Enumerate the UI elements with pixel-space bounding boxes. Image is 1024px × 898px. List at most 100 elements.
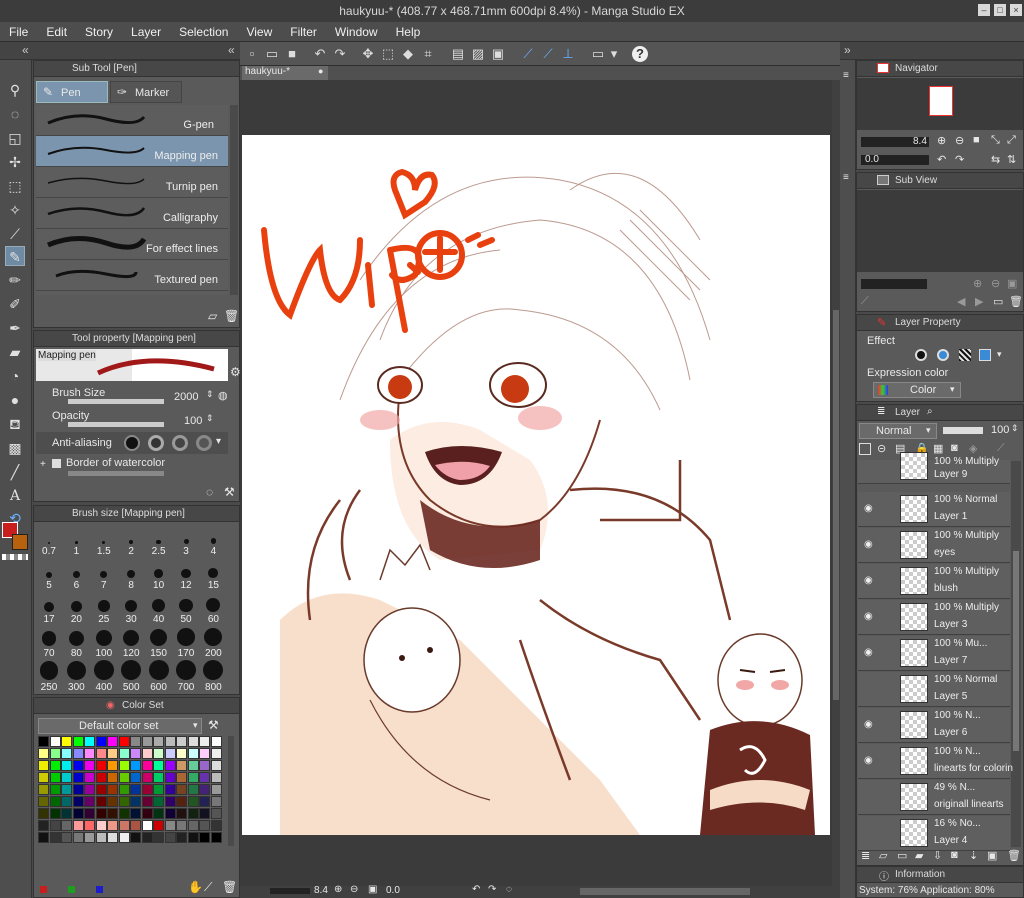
tab-marker[interactable]: ✑ Marker: [110, 81, 182, 103]
layer-opacity-value[interactable]: 100: [991, 424, 1009, 436]
palette-swatch[interactable]: [187, 748, 199, 759]
palette-swatch[interactable]: [164, 772, 176, 783]
palette-swatch[interactable]: [130, 748, 141, 759]
palette-swatch[interactable]: [141, 736, 153, 747]
palette-swatch[interactable]: [176, 808, 187, 819]
sub-view-zoom-out-icon[interactable]: ⊖: [991, 277, 1000, 290]
nav-zoom-value[interactable]: 8.4: [913, 136, 927, 147]
snap-ruler-icon[interactable]: ⟋: [520, 46, 536, 62]
visibility-eye-icon[interactable]: [864, 792, 874, 802]
palette-swatch[interactable]: [141, 772, 153, 783]
brush-size-option[interactable]: 20: [63, 592, 89, 625]
vertical-scroll-thumb[interactable]: [833, 310, 839, 700]
antialias-dropdown-icon[interactable]: ▾: [216, 436, 221, 447]
eyedropper-icon[interactable]: ⟋: [5, 224, 25, 244]
brush-size-option[interactable]: 60: [200, 592, 226, 625]
palette-swatch[interactable]: [118, 736, 130, 747]
brush-size-option[interactable]: 4: [200, 524, 226, 557]
palette-swatch[interactable]: [95, 748, 107, 759]
save-icon[interactable]: ■: [284, 46, 300, 62]
brush-size-option[interactable]: 1.5: [91, 524, 117, 557]
eraser-icon[interactable]: ▰: [5, 342, 25, 362]
layer-row[interactable]: ◉ 100 % Normal Layer 1: [858, 492, 1010, 527]
layer-extra-icon[interactable]: ⟋: [997, 442, 1005, 455]
brush-size-option[interactable]: 70: [36, 626, 62, 659]
brush-size-option[interactable]: 3: [173, 524, 199, 557]
layer-row[interactable]: ◉ 100 % Multiply Layer 3: [858, 600, 1010, 635]
palette-swatch[interactable]: [61, 784, 72, 795]
brush-size-option[interactable]: 100: [91, 626, 117, 659]
reset-rotation-icon[interactable]: ◌: [506, 884, 512, 895]
layer-search-tab-icon[interactable]: ⌕: [927, 406, 933, 417]
palette-swatch[interactable]: [107, 748, 118, 759]
color-set-dropdown[interactable]: Default color set ▾: [38, 718, 202, 734]
pressure-icon[interactable]: ◍: [218, 389, 228, 402]
visibility-eye-icon[interactable]: [864, 828, 874, 838]
palette-swatch[interactable]: [210, 820, 222, 831]
layer-name[interactable]: blush: [934, 583, 958, 594]
menu-layer[interactable]: Layer: [122, 22, 170, 42]
sub-view-eyedropper-icon[interactable]: ⟋: [861, 295, 869, 308]
palette-swatch[interactable]: [95, 820, 107, 831]
palette-swatch[interactable]: [107, 820, 118, 831]
palette-swatch[interactable]: [107, 736, 118, 747]
palette-swatch[interactable]: [72, 784, 84, 795]
zoom-icon[interactable]: ⚲: [5, 80, 25, 100]
brush-size-option[interactable]: 300: [63, 660, 89, 693]
palette-swatch[interactable]: [187, 760, 199, 771]
fill-bucket-icon[interactable]: ⛾: [5, 414, 25, 434]
brush-size-option[interactable]: 40: [146, 592, 172, 625]
palette-swatch[interactable]: [72, 760, 84, 771]
sub-view-next-icon[interactable]: ▶: [975, 295, 983, 308]
tone-effect-icon[interactable]: [937, 349, 949, 361]
palette-swatch[interactable]: [72, 808, 84, 819]
palette-swatch[interactable]: [38, 748, 49, 759]
watercolor-slider[interactable]: [68, 471, 164, 476]
palette-swatch[interactable]: [49, 784, 61, 795]
palette-swatch[interactable]: [61, 748, 72, 759]
fit-icon[interactable]: ▣: [368, 884, 377, 895]
menu-story[interactable]: Story: [76, 22, 122, 42]
layer-name[interactable]: Layer 7: [934, 655, 967, 666]
layer-name[interactable]: Layer 1: [934, 511, 967, 522]
mask-icon[interactable]: ◙: [951, 442, 958, 454]
zoom-out-icon[interactable]: ⊖: [350, 884, 358, 895]
eyedropper-color-icon[interactable]: ⟋: [204, 880, 212, 895]
palette-swatch[interactable]: [118, 760, 130, 771]
palette-swatch[interactable]: [130, 736, 141, 747]
layer-name[interactable]: Layer 6: [934, 727, 967, 738]
brush-size-option[interactable]: 2: [118, 524, 144, 557]
palette-swatch[interactable]: [164, 820, 176, 831]
clipping-icon[interactable]: ⊝: [877, 442, 886, 455]
palette-swatch[interactable]: [187, 736, 199, 747]
palette-swatch[interactable]: [38, 772, 49, 783]
sub-color-swatch[interactable]: [12, 534, 28, 550]
brush-size-option[interactable]: 12: [173, 558, 199, 591]
brush-size-option[interactable]: 15: [200, 558, 226, 591]
new-brush-icon[interactable]: ▱: [208, 309, 217, 323]
rotate-left-icon[interactable]: ↶: [472, 884, 480, 895]
palette-swatch[interactable]: [164, 796, 176, 807]
brush-size-option[interactable]: 80: [63, 626, 89, 659]
display-icon[interactable]: ▭: [590, 46, 606, 62]
opacity-stepper[interactable]: ⇕: [206, 413, 214, 424]
select-icon[interactable]: ◱: [5, 128, 25, 148]
tool-reset-icon[interactable]: ◌: [206, 485, 213, 499]
screentone-icon[interactable]: [959, 349, 971, 361]
rotate-right-icon[interactable]: ↷: [488, 884, 496, 895]
palette-swatch[interactable]: [210, 796, 222, 807]
palette-swatch[interactable]: [38, 820, 49, 831]
palette-swatch[interactable]: [130, 796, 141, 807]
palette-swatch[interactable]: [61, 808, 72, 819]
palette-swatch[interactable]: [130, 820, 141, 831]
watercolor-checkbox[interactable]: [52, 459, 61, 468]
brush-size-option[interactable]: 8: [118, 558, 144, 591]
brush-size-value[interactable]: 2000: [174, 391, 198, 403]
layer-row[interactable]: ◉ 100 % N... Layer 6: [858, 708, 1010, 743]
nav-zoom-in-icon[interactable]: ⊕: [937, 134, 946, 147]
palette-swatch[interactable]: [164, 760, 176, 771]
layer-row[interactable]: ◉ 100 % Multiply blush: [858, 564, 1010, 599]
antialias-medium-icon[interactable]: [172, 435, 188, 451]
ruler-icon[interactable]: ▤: [450, 46, 466, 62]
palette-swatch[interactable]: [130, 808, 141, 819]
